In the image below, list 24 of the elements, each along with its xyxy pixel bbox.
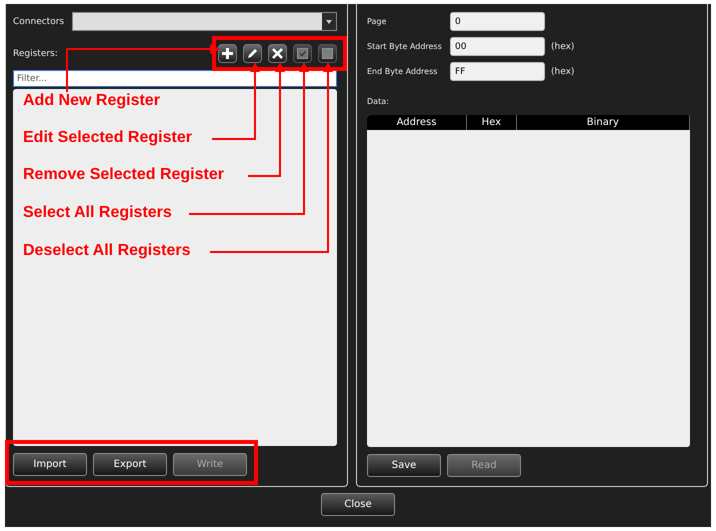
connectors-label: Connectors bbox=[13, 16, 64, 26]
unit-label: (hex) bbox=[551, 42, 574, 52]
input-field[interactable]: 0 bbox=[450, 12, 545, 31]
callout-label: Add New Register bbox=[23, 92, 160, 110]
column-header[interactable]: Binary bbox=[516, 115, 690, 130]
column-header[interactable]: Address bbox=[367, 115, 468, 130]
filter-field[interactable]: Filter... bbox=[13, 70, 337, 87]
registers-label: Registers: bbox=[13, 48, 58, 58]
button[interactable]: Save bbox=[367, 454, 441, 477]
column-header[interactable]: Hex bbox=[467, 115, 517, 130]
callout-label: Edit Selected Register bbox=[23, 129, 192, 147]
button[interactable]: Export bbox=[93, 453, 167, 476]
button[interactable]: Import bbox=[13, 453, 87, 476]
field-label: End Byte Address bbox=[367, 67, 438, 76]
data-label: Data: bbox=[367, 97, 390, 106]
callout-label: Select All Registers bbox=[23, 204, 172, 222]
callout-label: Remove Selected Register bbox=[23, 166, 224, 184]
field-label: Start Byte Address bbox=[367, 42, 443, 51]
input-field[interactable]: FF bbox=[450, 62, 545, 81]
callout-label: Deselect All Registers bbox=[23, 242, 190, 260]
close-button[interactable]: Close bbox=[321, 493, 395, 516]
field-label: Page bbox=[367, 17, 388, 26]
unit-label: (hex) bbox=[551, 66, 574, 76]
input-field[interactable]: 00 bbox=[450, 37, 545, 56]
